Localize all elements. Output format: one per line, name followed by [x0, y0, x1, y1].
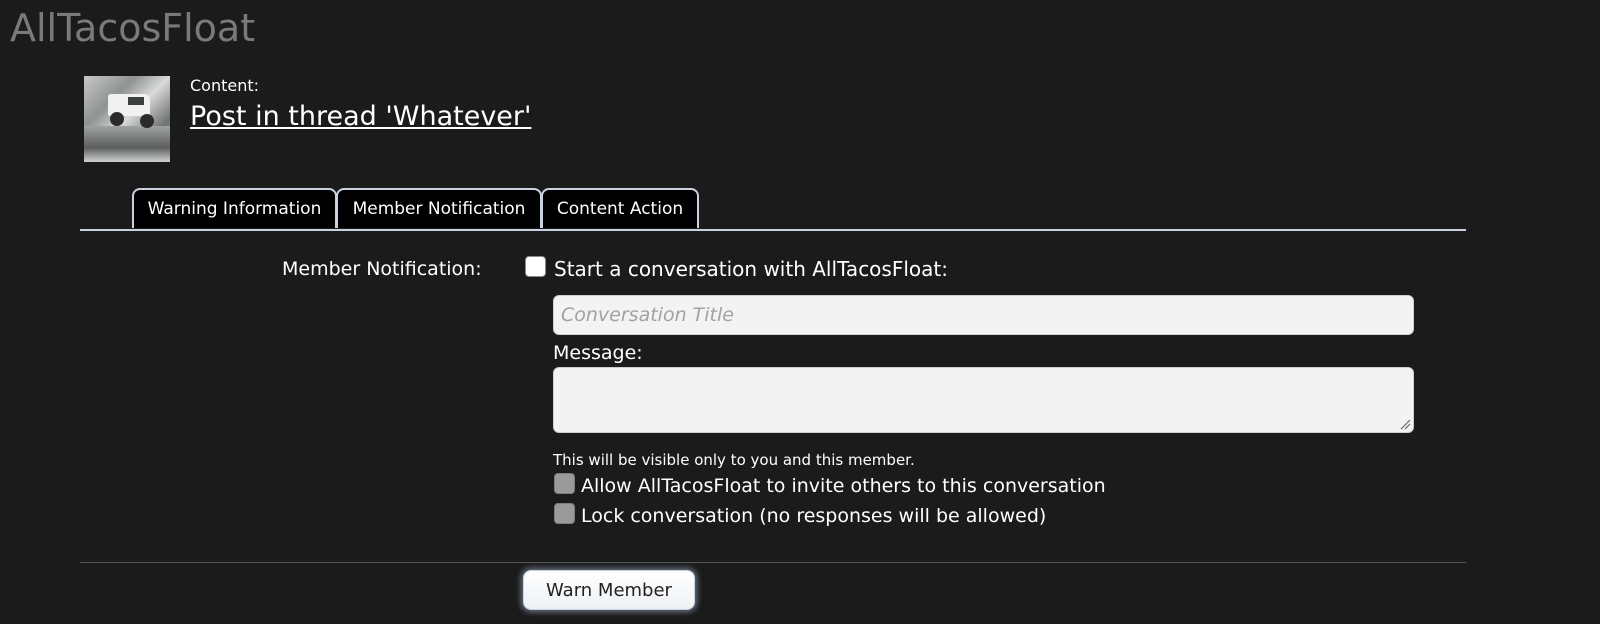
warn-member-page: AllTacosFloat Content: Post in thread 'W…	[0, 0, 1600, 624]
start-conversation-checkbox[interactable]	[525, 256, 546, 277]
tab-member-notification[interactable]: Member Notification	[336, 188, 542, 228]
resize-grip-icon[interactable]	[1399, 418, 1411, 430]
warn-member-button[interactable]: Warn Member	[523, 570, 695, 610]
avatar-wheel	[110, 112, 124, 126]
start-conversation-label[interactable]: Start a conversation with AllTacosFloat:	[554, 256, 948, 282]
content-label: Content:	[190, 76, 260, 95]
avatar-rocks	[84, 126, 170, 162]
site-title[interactable]: AllTacosFloat	[10, 4, 255, 52]
tab-warning-information[interactable]: Warning Information	[132, 188, 337, 228]
avatar[interactable]	[84, 76, 170, 162]
avatar-jeep-window	[128, 97, 144, 105]
lock-conversation-label[interactable]: Lock conversation (no responses will be …	[581, 503, 1046, 529]
message-label: Message:	[553, 342, 643, 364]
allow-invite-checkbox[interactable]	[554, 473, 575, 494]
tab-content-action[interactable]: Content Action	[541, 188, 699, 228]
warning-tabs: Warning Information Member Notification …	[80, 188, 1466, 231]
form-divider	[80, 562, 1466, 563]
conversation-title-input[interactable]	[553, 295, 1414, 335]
avatar-wheel	[140, 114, 154, 128]
member-notification-label: Member Notification:	[282, 258, 482, 280]
allow-invite-label[interactable]: Allow AllTacosFloat to invite others to …	[581, 473, 1106, 499]
lock-conversation-checkbox[interactable]	[554, 503, 575, 524]
content-link[interactable]: Post in thread 'Whatever'	[190, 100, 531, 134]
visibility-hint: This will be visible only to you and thi…	[553, 451, 915, 469]
message-textarea[interactable]	[553, 367, 1414, 433]
